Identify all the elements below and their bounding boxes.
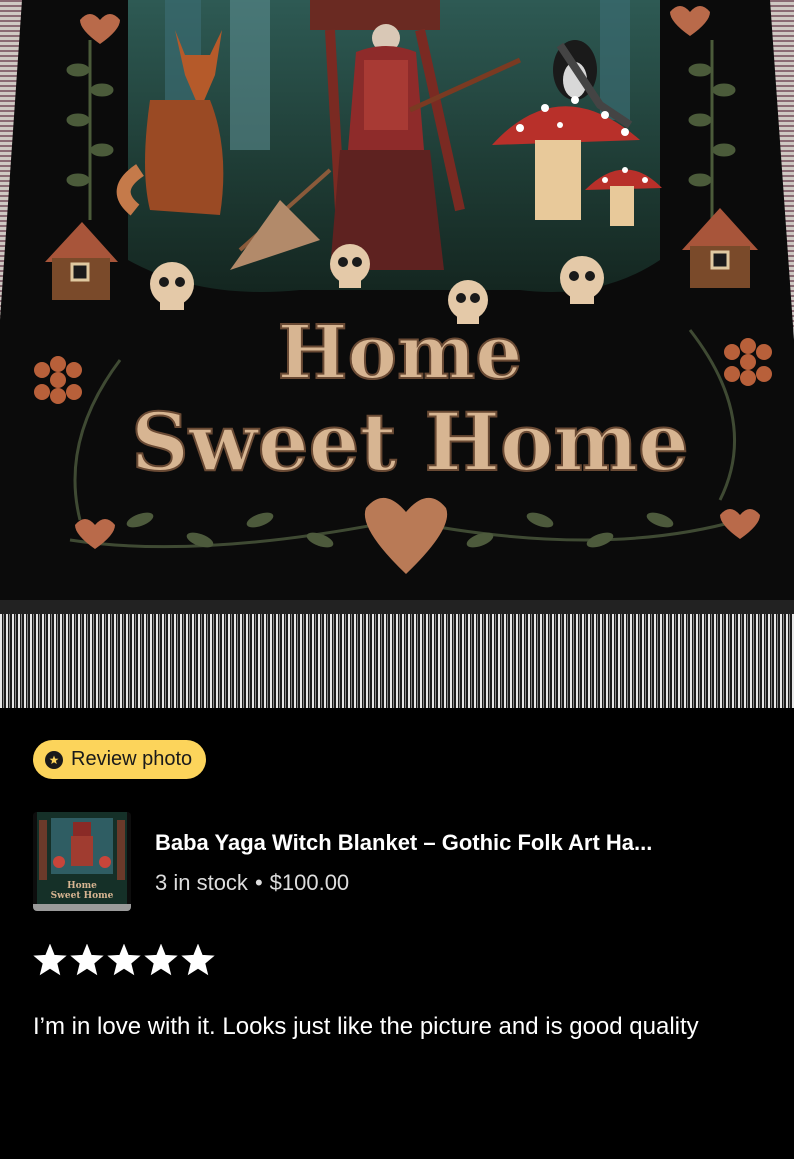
review-photo-badge[interactable]: Review photo — [33, 740, 207, 779]
star-rating — [33, 944, 215, 976]
blanket-illustration: Home Sweet Home — [0, 0, 794, 708]
thumb-text-home: Home — [67, 881, 97, 891]
review-photo-label: Review photo — [71, 748, 193, 770]
item-price: $100.00 — [269, 870, 350, 895]
blanket-text-sweet-home: Sweet Home — [131, 395, 689, 489]
item-thumbnail[interactable]: Home Sweet Home — [33, 812, 131, 911]
bottom-fringe — [0, 610, 794, 708]
review-panel: Review photo Home Sweet Home Baba Yaga W… — [0, 708, 794, 1159]
hut-top — [310, 0, 440, 30]
review-photo[interactable]: Home Sweet Home — [0, 0, 794, 708]
star-icon — [107, 944, 141, 976]
reviewed-item[interactable]: Home Sweet Home Baba Yaga Witch Blanket … — [33, 812, 763, 912]
item-title[interactable]: Baba Yaga Witch Blanket – Gothic Folk Ar… — [155, 830, 765, 856]
review-text: I’m in love with it. Looks just like the… — [33, 1013, 699, 1040]
stock-count: 3 in stock — [155, 870, 248, 895]
star-icon — [144, 944, 178, 976]
star-icon — [33, 944, 67, 976]
star-icon — [181, 944, 215, 976]
review-photo-icon — [45, 750, 63, 769]
thumb-text-sweet-home: Sweet Home — [51, 891, 114, 901]
star-icon — [70, 944, 104, 976]
blanket-text-home: Home — [278, 310, 523, 396]
item-meta: 3 in stock • $100.00 — [155, 870, 349, 896]
meta-separator: • — [254, 870, 263, 895]
